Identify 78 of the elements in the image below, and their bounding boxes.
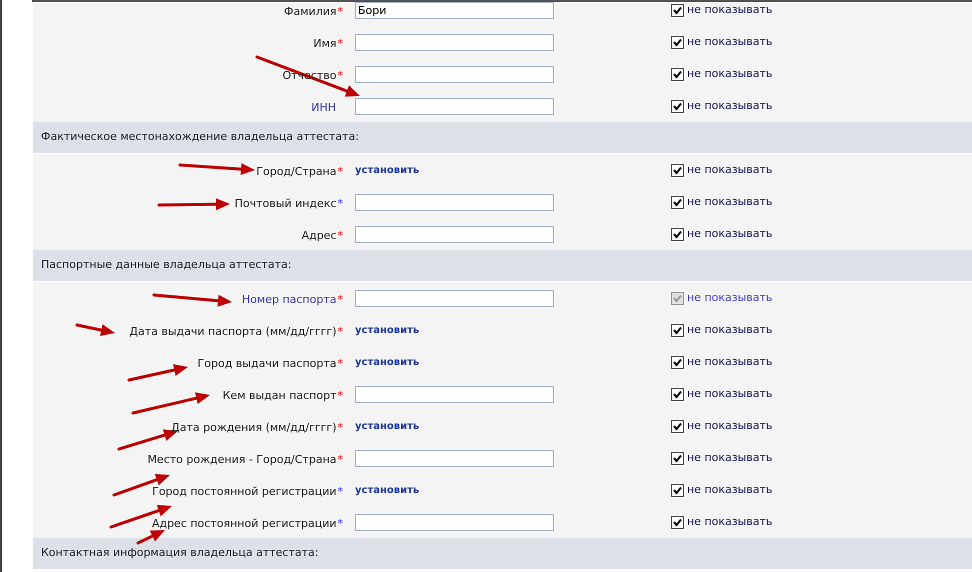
checkbox-label: не показывать xyxy=(687,34,772,50)
text-field[interactable] xyxy=(355,226,554,242)
required-mark: * xyxy=(338,324,343,340)
field-label: ИНН xyxy=(311,100,336,116)
checkbox[interactable] xyxy=(671,420,684,432)
checkbox-label: не показывать xyxy=(687,2,772,18)
checkbox-label: не показывать xyxy=(687,98,772,114)
text-field[interactable] xyxy=(355,34,554,50)
checkbox-label: не показывать xyxy=(687,194,772,210)
required-mark: * xyxy=(338,228,343,244)
set-link[interactable]: установить xyxy=(355,418,420,434)
section-header: Контактная информация владельца аттестата: xyxy=(41,545,318,562)
checkbox-label: не показывать xyxy=(687,162,772,178)
text-field[interactable] xyxy=(355,98,554,114)
required-mark: * xyxy=(338,196,343,212)
required-mark: * xyxy=(338,452,343,468)
arrow xyxy=(136,530,165,544)
checkbox[interactable] xyxy=(671,388,684,400)
checkbox-label: не показывать xyxy=(687,226,772,242)
checkbox-label: не показывать xyxy=(687,482,772,498)
set-link[interactable]: установить xyxy=(355,354,420,370)
required-mark: * xyxy=(338,68,343,84)
checkbox[interactable] xyxy=(671,452,684,464)
required-mark: * xyxy=(338,420,343,436)
set-link[interactable]: установить xyxy=(355,322,420,338)
arrow xyxy=(128,364,188,382)
field-label: Место рождения - Город/Страна xyxy=(147,452,336,468)
field-label: Город постоянной регистрации xyxy=(152,484,336,500)
required-mark: * xyxy=(338,164,343,180)
checkbox[interactable] xyxy=(671,196,684,208)
text-field[interactable] xyxy=(355,514,554,530)
checkbox[interactable] xyxy=(671,164,684,176)
text-field[interactable] xyxy=(355,194,554,210)
text-field[interactable] xyxy=(355,450,554,466)
required-mark: * xyxy=(338,292,343,308)
field-label: Дата рождения (мм/дд/гггг) xyxy=(171,420,336,436)
checkbox[interactable] xyxy=(671,484,684,496)
required-mark: * xyxy=(338,4,343,20)
field-label: Город выдачи паспорта xyxy=(198,356,336,372)
checkbox-label: не показывать xyxy=(687,322,772,338)
set-link[interactable]: установить xyxy=(355,482,420,498)
text-field[interactable]: Бори xyxy=(355,2,554,18)
field-label: Кем выдан паспорт xyxy=(222,388,336,404)
required-mark: * xyxy=(338,516,343,532)
field-label: Город/Страна xyxy=(256,164,336,180)
checkbox[interactable] xyxy=(671,516,684,528)
checkbox-label: не показывать xyxy=(687,386,772,402)
checkbox-label: не показывать xyxy=(687,418,772,434)
checkbox[interactable] xyxy=(671,228,684,240)
checkbox-label: не показывать xyxy=(687,450,772,466)
text-field[interactable] xyxy=(355,386,554,402)
field-label: Фамилия xyxy=(284,4,336,20)
text-field[interactable] xyxy=(355,66,554,82)
required-mark: * xyxy=(338,356,343,372)
field-label: Номер паспорта xyxy=(242,292,336,308)
field-label: Имя xyxy=(313,36,336,52)
field-label: Адрес постоянной регистрации xyxy=(152,516,336,532)
checkbox[interactable] xyxy=(671,100,684,112)
set-link[interactable]: установить xyxy=(355,162,420,178)
checkbox[interactable] xyxy=(671,36,684,48)
checkbox[interactable] xyxy=(671,68,684,80)
checkbox[interactable] xyxy=(671,324,684,336)
checkbox-label: не показывать xyxy=(687,290,772,306)
required-mark: * xyxy=(338,36,343,52)
field-label: Адрес xyxy=(302,228,336,244)
section-header: Фактическое местонахождение владельца аттестата: xyxy=(41,129,359,146)
required-mark: * xyxy=(338,388,343,404)
section-header: Паспортные данные владельца аттестата: xyxy=(41,257,292,274)
arrow xyxy=(76,324,115,336)
text-field[interactable] xyxy=(355,290,554,306)
field-label: Почтовый индекс xyxy=(234,196,336,212)
checkbox-label: не показывать xyxy=(687,66,772,82)
field-label: Дата выдачи паспорта (мм/дд/гггг) xyxy=(129,324,336,340)
checkbox[interactable] xyxy=(671,356,684,368)
checkbox-label: не показывать xyxy=(687,354,772,370)
required-mark: * xyxy=(338,484,343,500)
checkbox[interactable] xyxy=(671,4,684,16)
checkbox-label: не показывать xyxy=(687,514,772,530)
